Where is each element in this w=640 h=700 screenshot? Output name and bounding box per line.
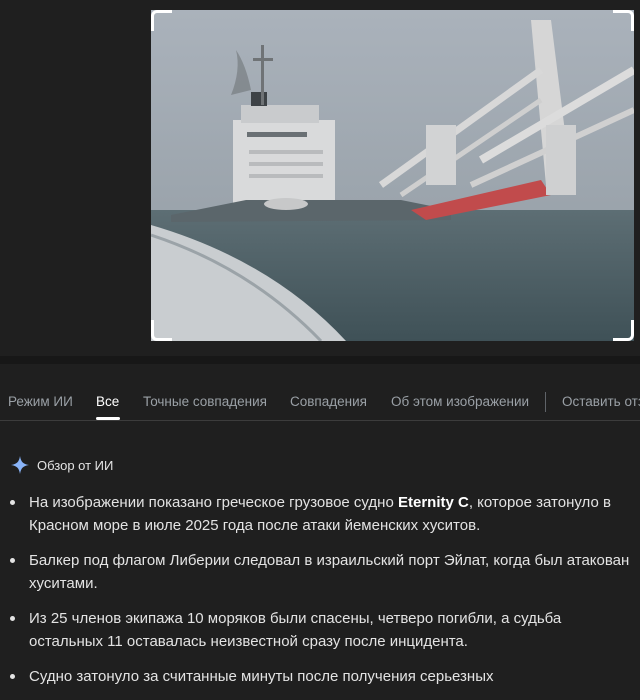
tab-feedback[interactable]: Оставить отзыв [562, 394, 640, 409]
crop-corner-bottom-right[interactable] [613, 320, 634, 341]
list-item: Из 25 членов экипажа 10 моряков были спа… [8, 607, 632, 653]
tab-matches[interactable]: Совпадения [290, 394, 367, 409]
ai-overview: Обзор от ИИ На изображении показано греч… [0, 421, 640, 689]
tab-all[interactable]: Все [96, 394, 119, 409]
search-tabs: Режим ИИ Все Точные совпадения Совпадени… [0, 364, 640, 421]
ship-photo [151, 10, 634, 341]
vessel-name: Eternity C [397, 494, 469, 511]
tab-separator [545, 392, 546, 412]
ai-overview-bullets: На изображении показано греческое грузов… [8, 491, 632, 700]
tab-ai-mode[interactable]: Режим ИИ [8, 394, 73, 409]
sparkle-icon [11, 456, 29, 474]
list-item: Судно затонуло за считанные минуты после… [8, 665, 632, 688]
list-item: Балкер под флагом Либерии следовал в изр… [8, 549, 632, 595]
active-tab-indicator [96, 417, 120, 420]
crop-corner-top-left[interactable] [151, 10, 172, 31]
section-divider [0, 356, 640, 364]
crop-corner-top-right[interactable] [613, 10, 634, 31]
crop-corner-bottom-left[interactable] [151, 320, 172, 341]
list-item: На изображении показано греческое грузов… [8, 491, 632, 537]
tab-about-image[interactable]: Об этом изображении [391, 394, 529, 409]
ai-overview-header: Обзор от ИИ [10, 455, 113, 475]
ship-image[interactable] [151, 10, 634, 341]
tab-exact-matches[interactable]: Точные совпадения [143, 394, 267, 409]
ai-overview-title: Обзор от ИИ [37, 457, 114, 473]
bullet-text-before: На изображении показано греческое грузов… [29, 494, 398, 511]
